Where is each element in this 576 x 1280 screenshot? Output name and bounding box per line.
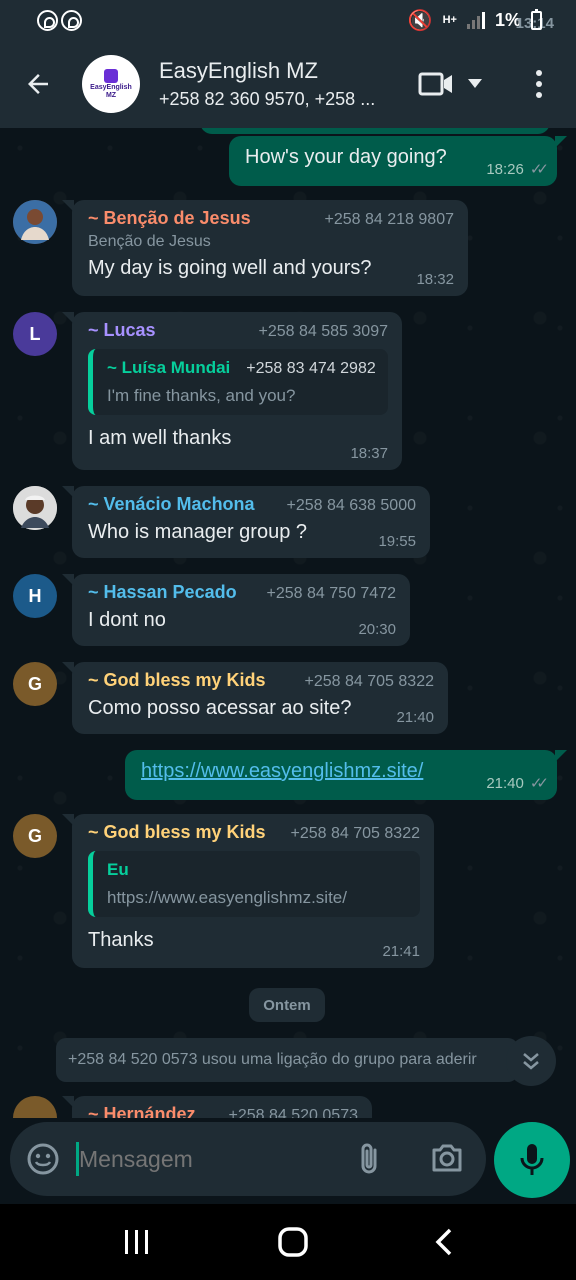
logo-text: EasyEnglish: [90, 83, 132, 91]
emoji-icon[interactable]: [26, 1142, 60, 1176]
quote-text: https://www.easyenglishmz.site/: [107, 888, 347, 907]
message-time: 21:40: [396, 709, 434, 726]
sender-phone: +258 84 638 5000: [286, 497, 416, 514]
recent-apps-icon[interactable]: [122, 1228, 152, 1256]
status-bar: 13:14 🔇 H+ 1%: [0, 0, 576, 40]
sender-phone: +258 84 520 0573: [228, 1107, 358, 1118]
message-text: Who is manager group ?: [88, 521, 308, 543]
incoming-message[interactable]: ~ God bless my Kids +258 84 705 8322 Com…: [62, 662, 448, 734]
whatsapp-notification-icon: [37, 9, 58, 31]
sender-name[interactable]: ~ Hernández: [88, 1104, 196, 1118]
back-nav-icon[interactable]: [434, 1227, 454, 1257]
quoted-message[interactable]: ~ Luísa Mundai +258 83 474 2982 I'm fine…: [88, 349, 388, 415]
message-time: 19:55: [378, 533, 416, 550]
arrow-left-icon: [28, 74, 48, 94]
dot-icon: [536, 81, 542, 87]
group-avatar[interactable]: EasyEnglish MZ: [82, 55, 140, 113]
back-button[interactable]: [0, 40, 76, 128]
message-time: 18:37: [350, 445, 388, 462]
double-chevron-down-icon: [523, 1053, 539, 1070]
message-input-container[interactable]: [10, 1122, 486, 1196]
sender-pushname: Benção de Jesus: [88, 233, 211, 250]
incoming-message-partial[interactable]: ~ Hernández +258 84 520 0573: [62, 1096, 372, 1118]
quote-phone: +258 83 474 2982: [246, 360, 376, 377]
sender-avatar-photo[interactable]: [13, 200, 57, 244]
date-divider: Ontem: [249, 988, 325, 1022]
sender-avatar[interactable]: H: [13, 574, 57, 618]
network-type-icon: H+: [442, 14, 457, 26]
dot-icon: [536, 70, 542, 76]
camera-icon[interactable]: [430, 1142, 464, 1174]
sender-avatar[interactable]: [13, 1096, 57, 1118]
sender-name[interactable]: ~ Hassan Pecado: [88, 582, 237, 603]
group-info[interactable]: EasyEnglish MZ +258 82 360 9570, +258 ..…: [159, 58, 399, 110]
logo-text-mz: MZ: [105, 91, 117, 99]
person-photo-icon: [13, 486, 57, 530]
message-text: Como posso acessar ao site?: [88, 697, 352, 719]
message-time: 18:26 ✓✓: [486, 160, 549, 179]
message-text: Thanks: [88, 929, 154, 951]
sender-phone: +258 84 750 7472: [266, 585, 396, 602]
message-text: My day is going well and yours?: [88, 257, 372, 279]
system-navigation-bar: [0, 1204, 576, 1280]
double-check-icon: ✓✓: [529, 161, 549, 178]
sender-avatar[interactable]: G: [13, 814, 57, 858]
message-input[interactable]: [79, 1145, 329, 1173]
double-check-icon: ✓✓: [529, 775, 549, 792]
microphone-icon: [520, 1144, 544, 1175]
mute-icon: 🔇: [407, 9, 433, 32]
message-text: I am well thanks: [88, 427, 232, 449]
voice-message-button[interactable]: [494, 1122, 570, 1198]
book-logo-icon: [104, 68, 118, 83]
sender-phone: +258 84 585 3097: [258, 323, 388, 340]
incoming-message[interactable]: ~ Lucas +258 84 585 3097 ~ Luísa Mundai …: [62, 312, 402, 470]
message-time: 21:41: [382, 943, 420, 960]
video-call-button[interactable]: [418, 70, 482, 98]
more-options-button[interactable]: [524, 70, 554, 98]
sender-name[interactable]: ~ God bless my Kids: [88, 670, 266, 691]
scroll-to-bottom-button[interactable]: [506, 1036, 556, 1086]
outgoing-message[interactable]: How's your day going? 18:26 ✓✓: [229, 136, 567, 186]
incoming-message[interactable]: ~ Benção de Jesus +258 84 218 9807 Bençã…: [62, 200, 468, 296]
quoted-message[interactable]: Eu https://www.easyenglishmz.site/: [88, 851, 420, 917]
battery-icon: [531, 8, 542, 30]
sender-name[interactable]: ~ Benção de Jesus: [88, 208, 251, 229]
person-photo-icon: [13, 200, 57, 244]
sender-phone: +258 84 705 8322: [290, 825, 420, 842]
dot-icon: [536, 92, 542, 98]
sender-name[interactable]: ~ God bless my Kids: [88, 822, 266, 843]
incoming-message[interactable]: ~ Venácio Machona +258 84 638 5000 Who i…: [62, 486, 430, 558]
message-link[interactable]: https://www.easyenglishmz.site/: [141, 760, 543, 783]
message-time: 21:40 ✓✓: [486, 774, 549, 793]
quote-sender: ~ Luísa Mundai: [107, 358, 231, 377]
quote-text: I'm fine thanks, and you?: [107, 386, 296, 405]
compose-bar: [0, 1118, 576, 1204]
sender-phone: +258 84 705 8322: [304, 673, 434, 690]
sender-name[interactable]: ~ Venácio Machona: [88, 494, 255, 515]
outgoing-message[interactable]: https://www.easyenglishmz.site/ 21:40 ✓✓: [125, 750, 567, 800]
paperclip-icon[interactable]: [355, 1142, 385, 1176]
message-list[interactable]: How's your day going? 18:26 ✓✓ ~ Benção d…: [0, 128, 576, 1118]
group-title: EasyEnglish MZ: [159, 58, 318, 83]
home-icon[interactable]: [277, 1226, 309, 1258]
incoming-message[interactable]: ~ Hassan Pecado +258 84 750 7472 I dont …: [62, 574, 410, 646]
sender-phone: +258 84 218 9807: [324, 211, 454, 228]
message-text: I dont no: [88, 609, 166, 631]
sender-avatar-photo[interactable]: [13, 486, 57, 530]
whatsapp-notification-icon: [61, 9, 82, 31]
video-camera-icon: [418, 72, 452, 96]
sender-avatar[interactable]: L: [13, 312, 57, 356]
system-message: +258 84 520 0573 usou uma ligação do gru…: [56, 1038, 518, 1082]
sender-name[interactable]: ~ Lucas: [88, 320, 156, 341]
quote-sender: Eu: [107, 860, 129, 879]
chevron-down-icon: [468, 79, 482, 88]
message-time: 20:30: [358, 621, 396, 638]
group-members: +258 82 360 9570, +258 ...: [159, 89, 376, 109]
incoming-message[interactable]: ~ God bless my Kids +258 84 705 8322 Eu …: [62, 814, 434, 968]
message-time: 18:32: [416, 271, 454, 288]
sender-avatar[interactable]: G: [13, 662, 57, 706]
chat-header: EasyEnglish MZ EasyEnglish MZ +258 82 36…: [0, 40, 576, 128]
signal-icon: [466, 11, 485, 29]
partial-message-bubble: [200, 128, 550, 134]
